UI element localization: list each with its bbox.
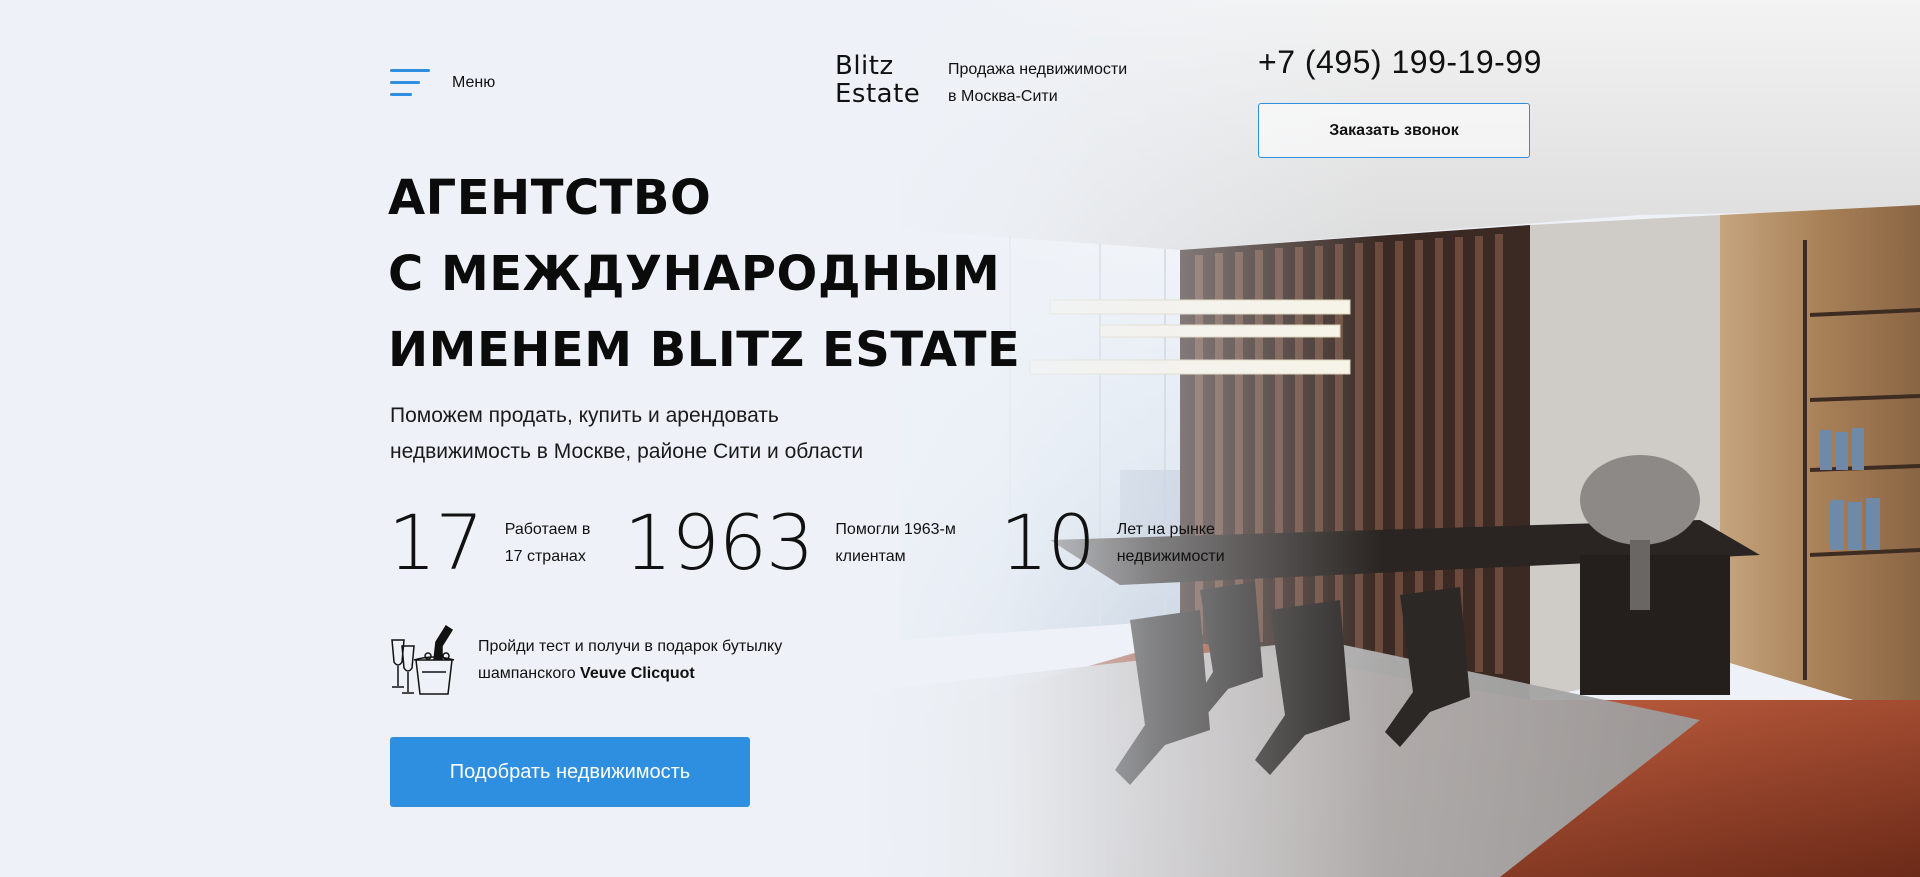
site-tagline: Продажа недвижимости в Москва-Сити	[948, 56, 1127, 110]
headline-line-2: С МЕЖДУНАРОДНЫМ	[388, 246, 1001, 302]
stat-value: 17	[388, 498, 484, 587]
stat-label: Лет на рынке недвижимости	[1117, 516, 1225, 570]
logo-line-2: Estate	[835, 79, 921, 109]
logo-line-1: Blitz	[835, 51, 894, 81]
promo-line-1: Пройди тест и получи в подарок бутылку	[478, 638, 783, 655]
hamburger-icon	[390, 66, 430, 100]
hero-background-image	[0, 0, 1920, 877]
hero-subtitle: Поможем продать, купить и арендовать нед…	[390, 398, 863, 470]
subtitle-line-2: недвижимость в Москве, районе Сити и обл…	[390, 440, 864, 463]
subtitle-line-1: Поможем продать, купить и арендовать	[390, 404, 779, 427]
menu-button[interactable]: Меню	[390, 66, 495, 100]
stat-clients: 1963 Помогли 1963-м клиентам	[624, 498, 956, 588]
champagne-icon	[391, 624, 455, 695]
promo-line-2-prefix: шампанского	[478, 665, 581, 682]
stat-value: 1963	[624, 498, 814, 587]
promo-brand: Veuve Clicquot	[580, 665, 695, 682]
promo-text: Пройди тест и получи в подарок бутылку ш…	[478, 633, 782, 687]
stat-label: Работаем в 17 странах	[505, 516, 591, 570]
stat-label-line-1: Работаем в	[504, 521, 591, 538]
page-title: АГЕНТСТВО С МЕЖДУНАРОДНЫМ ИМЕНЕМ BLITZ E…	[388, 160, 1020, 388]
menu-label: Меню	[452, 74, 496, 91]
stat-label-line-2: недвижимости	[1116, 548, 1225, 565]
stat-label: Помогли 1963-м клиентам	[835, 516, 955, 570]
tagline-line-2: в Москва-Сити	[948, 88, 1058, 105]
stat-label-line-2: клиентам	[835, 548, 906, 565]
stat-label-line-1: Помогли 1963-м	[835, 521, 956, 538]
stat-years: 10 Лет на рынке недвижимости	[1000, 498, 1225, 588]
logo-text: Blitz Estate	[835, 52, 920, 108]
stat-value: 10	[1000, 498, 1096, 587]
stat-label-line-1: Лет на рынке	[1116, 521, 1215, 538]
phone-number-link[interactable]: +7 (495) 199-19-99	[1258, 44, 1542, 81]
stat-label-line-2: 17 странах	[504, 548, 586, 565]
tagline-line-1: Продажа недвижимости	[948, 61, 1128, 78]
headline-line-3: ИМЕНЕМ BLITZ ESTATE	[388, 322, 1021, 378]
logo[interactable]: Blitz Estate	[775, 30, 920, 132]
headline-line-1: АГЕНТСТВО	[388, 170, 712, 226]
stat-countries: 17 Работаем в 17 странах	[388, 498, 590, 588]
find-property-button[interactable]: Подобрать недвижимость	[390, 737, 750, 807]
callback-button[interactable]: Заказать звонок	[1258, 103, 1530, 158]
promo-banner[interactable]: Пройди тест и получи в подарок бутылку ш…	[388, 620, 782, 700]
promo-line-2: шампанского Veuve Clicquot	[478, 660, 782, 687]
blitz-estate-logo	[776, 31, 818, 130]
